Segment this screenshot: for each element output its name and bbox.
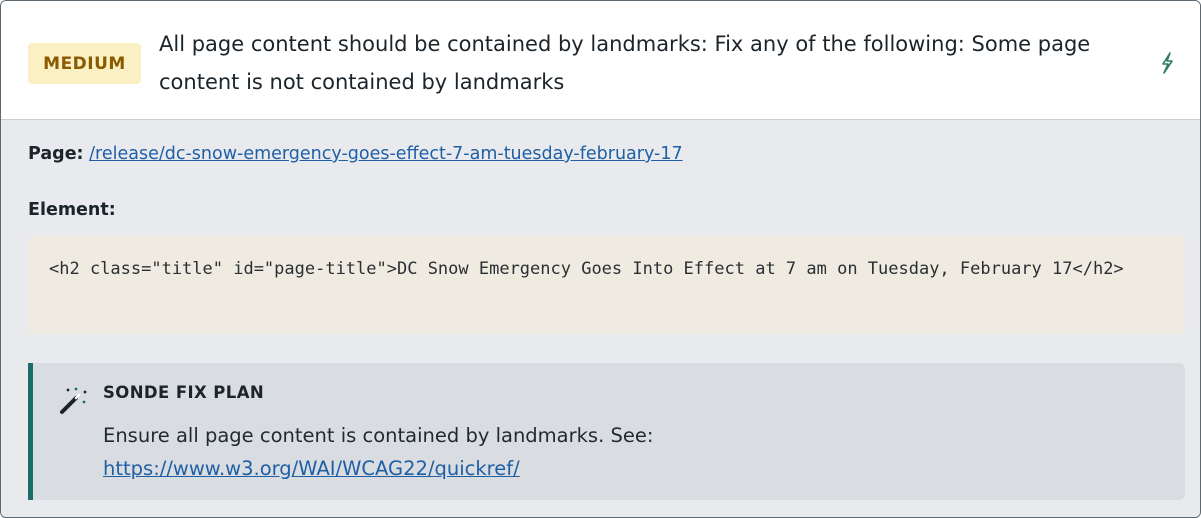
fix-plan-title: SONDE FIX PLAN <box>103 383 265 402</box>
page-link[interactable]: /release/dc-snow-emergency-goes-effect-7… <box>89 144 682 164</box>
fix-plan-description: Ensure all page content is contained by … <box>103 424 654 447</box>
element-code: <h2 class="title" id="page-title">DC Sno… <box>28 236 1185 334</box>
issue-details: Page: /release/dc-snow-emergency-goes-ef… <box>1 120 1200 517</box>
issue-title: All page content should be contained by … <box>159 32 1091 94</box>
fix-plan-panel: SONDE FIX PLAN Ensure all page content i… <box>28 363 1185 500</box>
issue-card: MEDIUM All page content should be contai… <box>0 0 1201 518</box>
severity-badge: MEDIUM <box>28 43 141 84</box>
fix-plan-text: Ensure all page content is contained by … <box>103 419 1163 485</box>
lightning-icon[interactable] <box>1157 51 1177 75</box>
issue-header[interactable]: MEDIUM All page content should be contai… <box>1 1 1200 120</box>
fix-plan-link[interactable]: https://www.w3.org/WAI/WCAG22/quickref/ <box>103 457 520 480</box>
element-label: Element: <box>28 200 116 220</box>
page-label: Page: <box>28 144 84 164</box>
page-row: Page: /release/dc-snow-emergency-goes-ef… <box>28 144 683 164</box>
magic-wand-icon <box>60 387 87 414</box>
